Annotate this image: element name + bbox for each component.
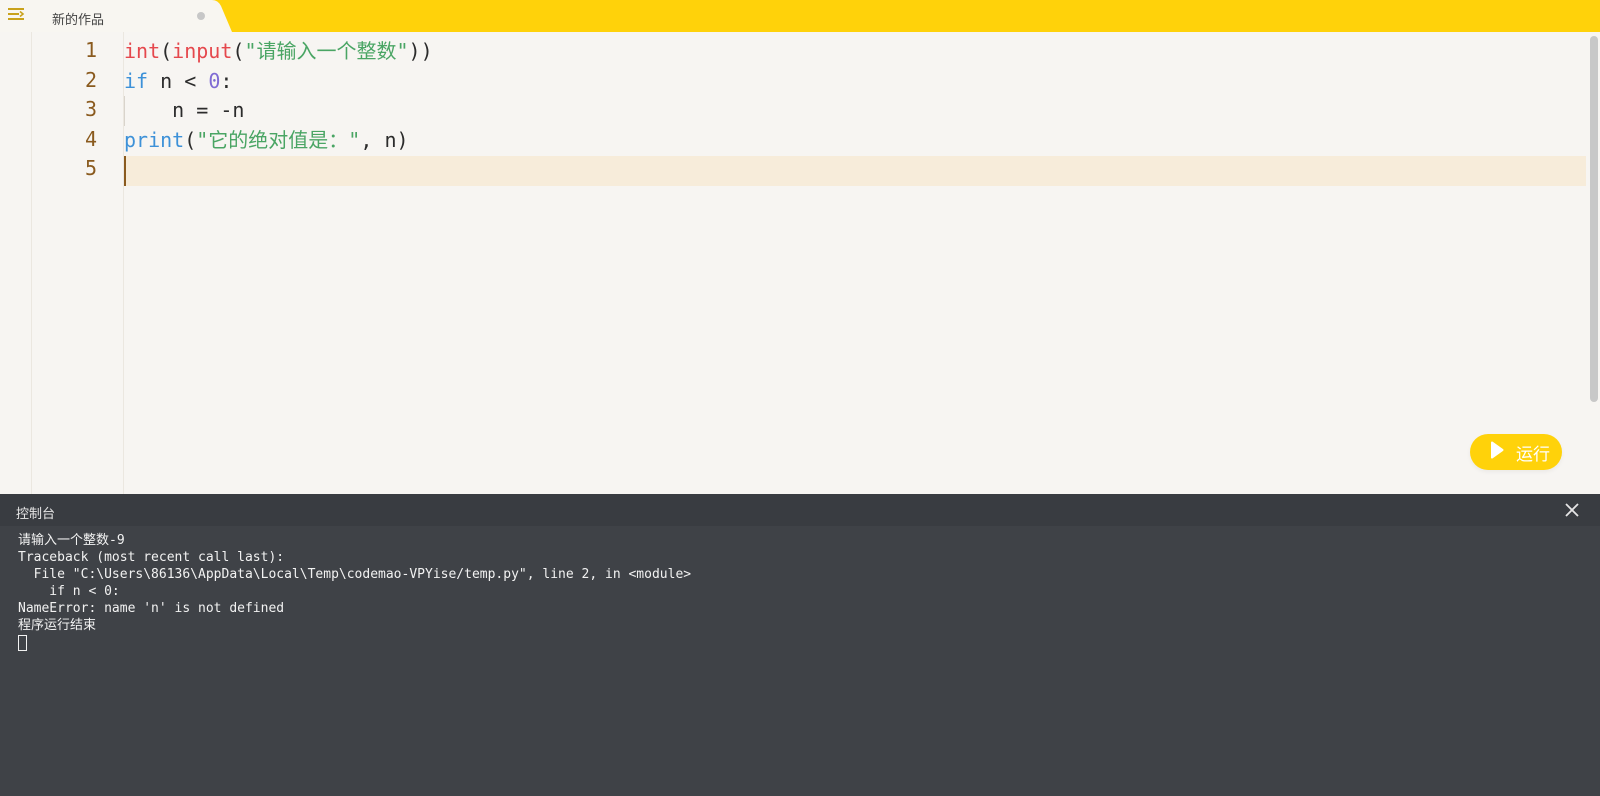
code-editor[interactable]: 12345 int(input("请输入一个整数")) if n < 0: n =… bbox=[0, 32, 1600, 494]
menu-collapse-icon bbox=[7, 6, 25, 26]
code-token: "请输入一个整数" bbox=[244, 39, 409, 63]
code-token: print bbox=[124, 127, 185, 152]
line-number: 2 bbox=[84, 67, 97, 92]
console-output-line: Traceback (most recent call last): bbox=[18, 550, 285, 565]
code-token: if bbox=[124, 68, 149, 93]
run-button-label: 运行 bbox=[1516, 444, 1550, 465]
console-header: 控制台 bbox=[0, 494, 1600, 526]
code-token: , n) bbox=[360, 127, 409, 152]
editor-scrollbar-thumb[interactable] bbox=[1590, 36, 1598, 402]
code-line[interactable]: print("它的绝对值是：", n) bbox=[124, 125, 409, 155]
code-token: n = -n bbox=[124, 98, 245, 122]
console-output-line: NameError: name 'n' is not defined bbox=[18, 601, 285, 616]
code-token: "它的绝对值是：" bbox=[196, 127, 361, 152]
code-token: 0 bbox=[208, 68, 221, 93]
code-token: : bbox=[220, 68, 233, 93]
console-output-line: 程序运行结束 bbox=[18, 618, 97, 633]
code-token: input bbox=[172, 39, 233, 63]
console-title: 控制台 bbox=[16, 507, 56, 522]
code-token: ( bbox=[184, 127, 197, 152]
console-output-line: 请输入一个整数-9 bbox=[18, 533, 125, 548]
line-number: 1 bbox=[84, 38, 97, 62]
line-number-gutter: 1 2 3 4 5 bbox=[32, 32, 124, 494]
code-line[interactable]: if n < 0: bbox=[124, 66, 232, 96]
console-output-line: if n < 0: bbox=[18, 584, 120, 599]
console-output[interactable]: 请输入一个整数-9 Traceback (most recent call las… bbox=[18, 532, 691, 634]
close-icon[interactable] bbox=[1562, 500, 1582, 520]
console-input-caret[interactable] bbox=[18, 635, 27, 651]
tab-title: 新的作品 bbox=[52, 13, 105, 28]
line-number: 3 bbox=[84, 97, 97, 121]
code-token: ( bbox=[160, 39, 173, 63]
menu-toggle-button[interactable] bbox=[0, 0, 32, 32]
top-bar: 新的作品 bbox=[0, 0, 1600, 32]
active-line-highlight bbox=[124, 156, 1586, 186]
line-number: 5 bbox=[84, 156, 97, 180]
editor-left-strip bbox=[0, 32, 32, 494]
code-line[interactable]: int(input("请输入一个整数")) bbox=[124, 36, 433, 66]
file-tab[interactable]: 新的作品 bbox=[32, 0, 232, 32]
line-number: 4 bbox=[84, 126, 97, 151]
code-line[interactable]: n = -n bbox=[124, 95, 244, 125]
console-panel: 控制台 请输入一个整数-9 Traceback (most recent call… bbox=[0, 494, 1600, 796]
code-token: )) bbox=[408, 39, 433, 63]
code-area[interactable]: int(input("请输入一个整数")) if n < 0: n = -n pri… bbox=[124, 32, 1586, 494]
code-token: ( bbox=[232, 39, 245, 63]
text-cursor bbox=[124, 156, 126, 186]
unsaved-dot-icon[interactable] bbox=[197, 12, 205, 20]
code-token: n < bbox=[148, 68, 209, 93]
run-button[interactable]: 运行 bbox=[1470, 434, 1562, 470]
play-icon bbox=[1490, 441, 1504, 463]
code-token: int bbox=[124, 39, 161, 63]
editor-scrollbar[interactable] bbox=[1586, 32, 1600, 494]
console-output-line: File "C:\Users\86136\AppData\Local\Temp\… bbox=[18, 567, 692, 582]
